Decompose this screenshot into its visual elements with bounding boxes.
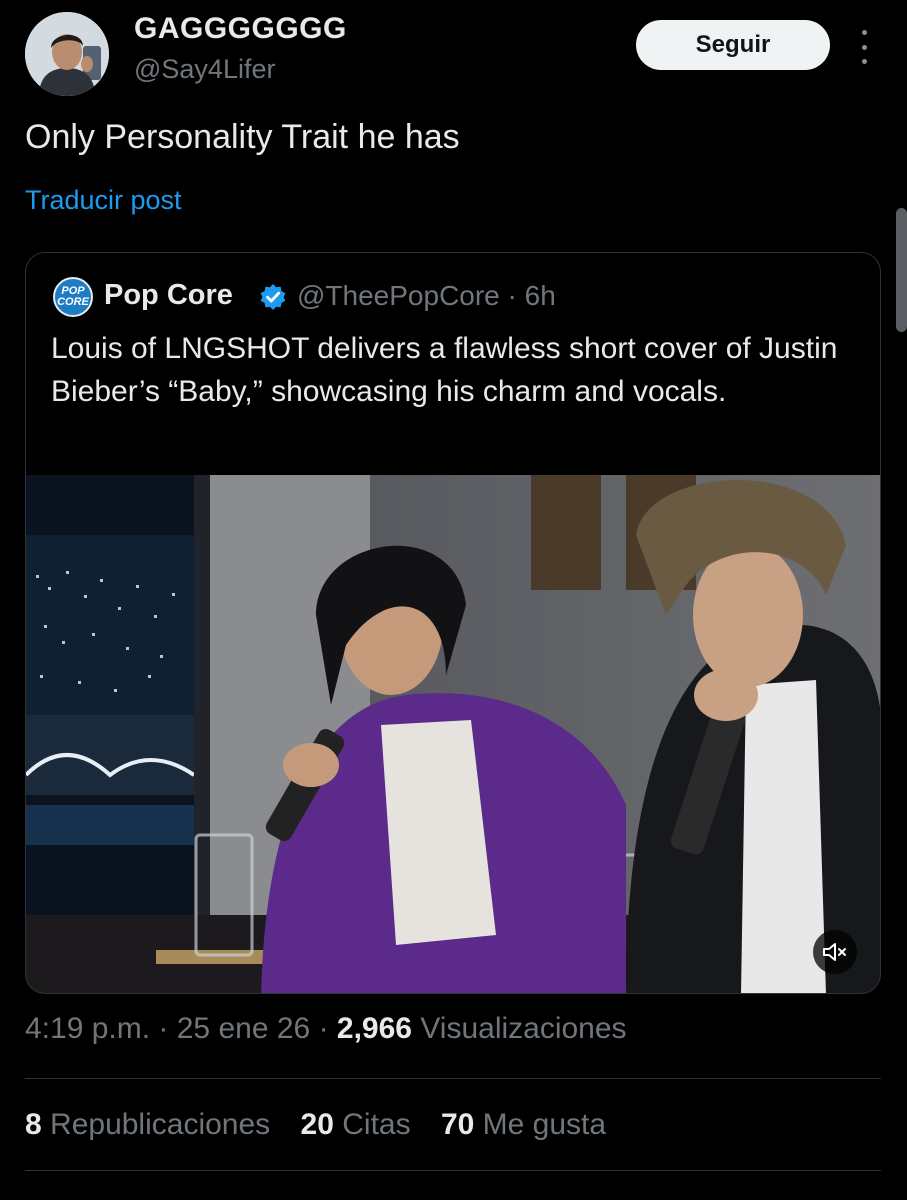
views-label: Visualizaciones xyxy=(420,1012,627,1045)
quoted-time[interactable]: 6h xyxy=(525,280,556,311)
author-handle[interactable]: @Say4Lifer xyxy=(134,54,275,85)
post-date[interactable]: 25 ene 26 xyxy=(177,1012,310,1045)
post-meta: 4:19 p.m. · 25 ene 26 · 2,966 Visualizac… xyxy=(25,1012,627,1046)
video-frame xyxy=(26,475,880,993)
quoted-display-name[interactable]: Pop Core xyxy=(104,279,233,312)
author-avatar[interactable] xyxy=(25,12,109,96)
engagement-stats: 8 Republicaciones 20 Citas 70 Me gusta xyxy=(25,1108,628,1142)
verified-badge-icon xyxy=(260,284,286,310)
follow-button[interactable]: Seguir xyxy=(636,20,830,70)
meta-separator: · xyxy=(507,280,517,311)
reposts-stat[interactable]: 8 Republicaciones xyxy=(25,1108,270,1141)
quoted-text: Louis of LNGSHOT delivers a flawless sho… xyxy=(51,332,838,408)
quoted-post[interactable]: POP CORE Pop Core @TheePopCore · 6h Loui… xyxy=(25,252,881,994)
divider xyxy=(25,1170,881,1171)
translate-post-link[interactable]: Traducir post xyxy=(25,185,182,216)
meta-separator: · xyxy=(158,1012,177,1045)
likes-count: 70 xyxy=(440,1108,475,1141)
volume-muted-icon[interactable] xyxy=(813,930,857,974)
video-player[interactable] xyxy=(26,475,880,993)
post-header: GAGGGGGGG @Say4Lifer Seguir xyxy=(0,0,907,100)
quotes-label: Citas xyxy=(342,1108,411,1141)
pop-core-logo: POP CORE xyxy=(53,277,93,317)
reposts-label: Republicaciones xyxy=(50,1108,271,1141)
post-text: Only Personality Trait he has xyxy=(25,118,460,156)
likes-label: Me gusta xyxy=(482,1108,607,1141)
quoted-handle-line: @TheePopCore · 6h xyxy=(297,280,556,312)
scrollbar[interactable] xyxy=(896,208,907,332)
post-time[interactable]: 4:19 p.m. xyxy=(25,1012,150,1045)
quoted-handle[interactable]: @TheePopCore xyxy=(297,280,500,311)
views-count: 2,966 xyxy=(336,1012,412,1045)
reposts-count: 8 xyxy=(25,1108,42,1141)
logo-text-bottom: CORE xyxy=(57,296,89,308)
divider xyxy=(25,1078,881,1079)
meta-separator: · xyxy=(318,1012,337,1045)
more-vertical-icon[interactable] xyxy=(852,30,876,64)
author-display-name[interactable]: GAGGGGGGG xyxy=(134,12,347,46)
quotes-stat[interactable]: 20 Citas xyxy=(301,1108,411,1141)
avatar-photo xyxy=(25,12,109,96)
likes-stat[interactable]: 70 Me gusta xyxy=(441,1108,606,1141)
quotes-count: 20 xyxy=(300,1108,334,1141)
